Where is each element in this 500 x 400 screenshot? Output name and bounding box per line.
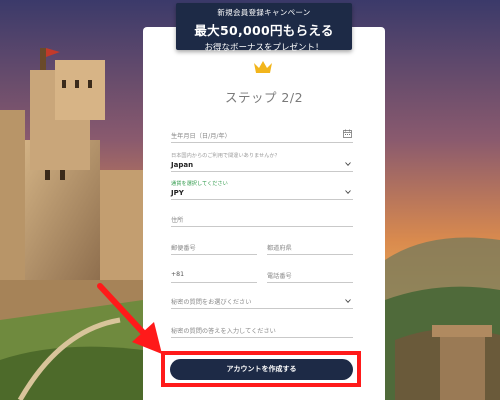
arrow-annotation-icon	[97, 283, 162, 354]
campaign-banner: 新規会員登録キャンペーン 最大50,000円もらえる お得なボーナスをプレゼント…	[176, 3, 352, 53]
currency-select[interactable]: 通貨を選択してください JPY	[171, 180, 353, 200]
currency-label: 通貨を選択してください	[171, 181, 228, 187]
birthdate-field[interactable]: 生年月日（日/月/年）	[171, 129, 353, 143]
banner-tagline: お得なボーナスをプレゼント！	[204, 43, 324, 53]
residence-label: 日本国内からのご利用で間違いありませんか？	[171, 153, 280, 159]
chevron-down-icon	[345, 190, 351, 194]
create-account-button[interactable]: アカウントを作成する	[170, 359, 353, 380]
address-input[interactable]: 住所	[171, 213, 353, 227]
crown-icon	[254, 61, 272, 73]
security-answer-input[interactable]: 秘密の質問の答えを入力してください	[171, 324, 353, 338]
address-placeholder: 住所	[171, 217, 184, 224]
step-title: ステップ 2/2	[224, 90, 304, 105]
postcode-input[interactable]: 郵便番号	[171, 241, 257, 255]
phone-placeholder: 電話番号	[267, 273, 292, 280]
banner-headline: 最大50,000円もらえる	[194, 23, 334, 38]
postcode-placeholder: 郵便番号	[171, 245, 196, 252]
security-question-select[interactable]: 秘密の質問をお選びください	[171, 295, 353, 309]
chevron-down-icon	[345, 299, 351, 303]
security-question-placeholder: 秘密の質問をお選びください	[171, 299, 252, 306]
phone-code-value: +81	[171, 271, 185, 278]
registration-form: ステップ 2/2 生年月日（日/月/年） 日本国内からのご利用で間違いありません…	[143, 27, 385, 400]
prefecture-placeholder: 都道府県	[267, 245, 292, 252]
calendar-icon[interactable]	[343, 129, 352, 138]
residence-value: Japan	[171, 161, 194, 169]
phone-code-input[interactable]: +81	[171, 269, 257, 283]
phone-input[interactable]: 電話番号	[267, 269, 353, 283]
chevron-down-icon	[345, 162, 351, 166]
prefecture-input[interactable]: 都道府県	[267, 241, 353, 255]
security-answer-placeholder: 秘密の質問の答えを入力してください	[171, 328, 276, 335]
currency-value: JPY	[171, 189, 184, 197]
birthdate-placeholder: 生年月日（日/月/年）	[171, 133, 231, 140]
banner-subtitle: 新規会員登録キャンペーン	[217, 8, 311, 17]
residence-select[interactable]: 日本国内からのご利用で間違いありませんか？ Japan	[171, 152, 353, 172]
